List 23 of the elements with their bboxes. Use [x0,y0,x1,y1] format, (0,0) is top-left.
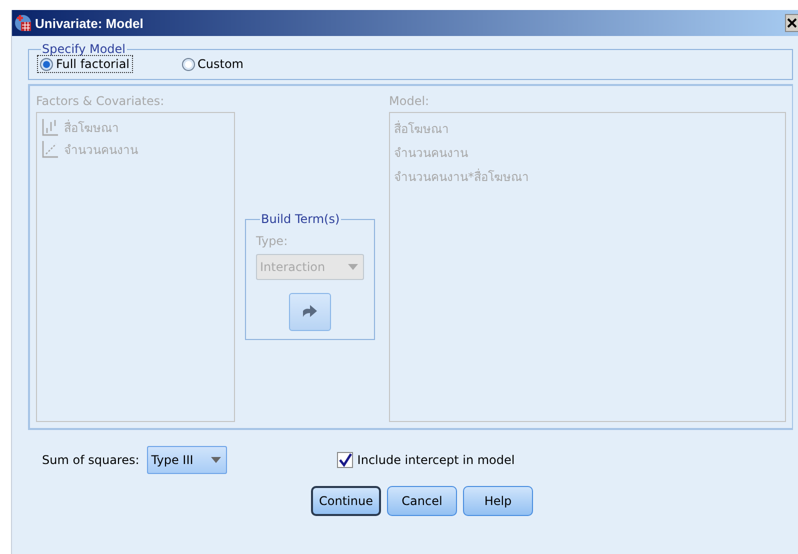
checkmark-icon [338,453,352,467]
type-label: Type: [256,234,289,248]
list-label: Model: [389,94,430,110]
close-icon [787,18,797,28]
group-title: Specify Model [41,42,127,56]
caret-icon [348,264,358,270]
window-title: Univariate: Model [35,16,144,30]
sum-of-squares-label: Sum of squares: [42,453,140,467]
dialog-button[interactable]: Continue [311,486,381,516]
dialog-button[interactable]: Cancel [387,486,457,516]
bar-chart-icon [41,118,59,136]
ruler-icon [41,140,59,158]
group-title: Build Term(s) [260,212,341,226]
close-button[interactable] [785,14,798,32]
caret-icon [211,457,222,463]
dialog-button[interactable]: Help [463,486,533,516]
radio-option[interactable]: Full factorial [37,55,133,73]
arrow-icon [302,305,318,319]
include-intercept-checkbox[interactable]: Include intercept in model [337,452,515,468]
app-icon [14,14,32,32]
list-label: Factors & Covariates: [36,94,166,110]
sum-of-squares-dropdown[interactable]: Type III [147,446,228,474]
radio-option[interactable]: Custom [178,55,246,73]
